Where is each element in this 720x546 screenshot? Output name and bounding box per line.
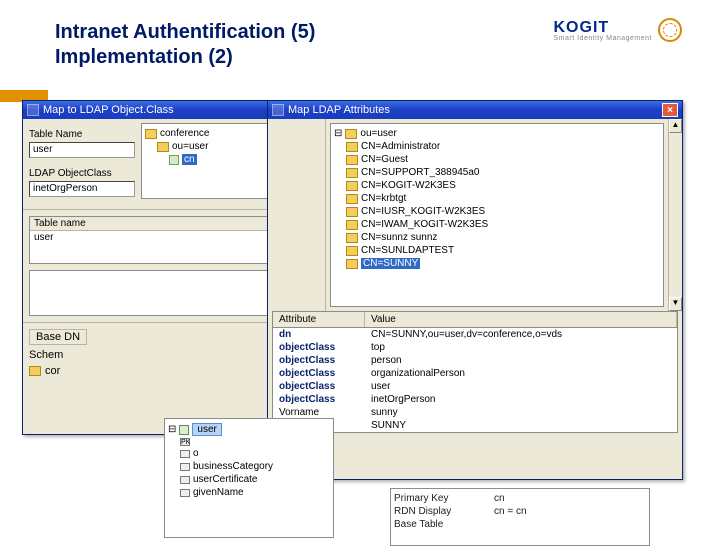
tree-item[interactable]: CN=IUSR_KOGIT-W2K3ES: [361, 206, 485, 217]
folder-icon: [345, 129, 357, 139]
schema-field[interactable]: businessCategory: [193, 461, 273, 472]
attr-row: objectClassperson: [273, 354, 677, 367]
schema-field[interactable]: userCertificate: [193, 474, 257, 485]
folder-icon: [346, 233, 358, 243]
attr-row: objectClassuser: [273, 380, 677, 393]
table-row[interactable]: user: [30, 231, 269, 244]
tree-child1[interactable]: ou=user: [172, 141, 208, 152]
tree-item[interactable]: CN=krbtgt: [361, 193, 406, 204]
window-title: Map to LDAP Object.Class: [43, 104, 174, 116]
tree-item[interactable]: CN=KOGIT-W2K3ES: [361, 180, 456, 191]
scrollbar[interactable]: ▲ ▼: [668, 119, 682, 311]
scroll-down-icon[interactable]: ▼: [669, 297, 682, 311]
folder-icon: [346, 142, 358, 152]
logo-mark-icon: [658, 18, 682, 42]
tree-root[interactable]: ou=user: [360, 128, 396, 139]
window-map-objectclass: Map to LDAP Object.Class Table Name user…: [22, 100, 277, 435]
titlebar-right[interactable]: Map LDAP Attributes ×: [268, 101, 682, 119]
leaf-icon: [169, 155, 179, 165]
folder-icon: [346, 155, 358, 165]
window-icon: [272, 104, 284, 116]
attr-row: objectClassinetOrgPerson: [273, 393, 677, 406]
scroll-up-icon[interactable]: ▲: [669, 119, 682, 133]
pk-badge: PK: [180, 438, 190, 446]
tree-item[interactable]: CN=Administrator: [361, 141, 440, 152]
tree-item[interactable]: CN=SUNLDAPTEST: [361, 245, 454, 256]
field-icon: [180, 450, 190, 458]
title-line2: Implementation (2): [55, 46, 233, 68]
empty-panel: [29, 270, 270, 316]
field-icon: [180, 476, 190, 484]
attribute-header: Attribute Value: [272, 311, 678, 327]
prop-row: RDN Displaycn = cn: [394, 505, 646, 518]
prop-row: Primary Keycn: [394, 492, 646, 505]
folder-icon: [346, 181, 358, 191]
close-button[interactable]: ×: [662, 103, 678, 117]
folder-icon: [346, 246, 358, 256]
objectclass-tree[interactable]: conference ou=user cn: [141, 123, 272, 199]
tree-cn-selected[interactable]: cn: [182, 154, 197, 165]
scheme-label: Schem: [29, 349, 63, 361]
attr-row: dnCN=SUNNY,ou=user,dv=conference,o=vds: [273, 328, 677, 341]
folder-icon: [157, 142, 169, 152]
tree-item[interactable]: CN=SUPPORT_388945a0: [361, 167, 480, 178]
label-table-name: Table Name: [29, 129, 135, 140]
properties-panel: Primary Keycn RDN Displaycn = cn Base Ta…: [390, 488, 650, 546]
attr-row: objectClasstop: [273, 341, 677, 354]
tree-root[interactable]: conference: [160, 128, 209, 139]
folder-icon: [29, 366, 41, 376]
folder-icon: [346, 207, 358, 217]
schema-root[interactable]: user: [192, 423, 221, 436]
titlebar-left[interactable]: Map to LDAP Object.Class: [23, 101, 276, 119]
nav-column: [268, 119, 326, 311]
logo: KOGIT Smart Identity Management: [554, 18, 683, 42]
folder-icon: [346, 259, 358, 269]
basedn-button[interactable]: Base DN: [29, 329, 87, 345]
folder-icon: [346, 168, 358, 178]
folder-icon: [346, 220, 358, 230]
ldap-class-input[interactable]: inetOrgPerson: [29, 181, 135, 197]
header-attribute: Attribute: [273, 312, 365, 327]
window-icon: [27, 104, 39, 116]
schema-field[interactable]: o: [193, 448, 199, 459]
attr-row: objectClassorganizationalPerson: [273, 367, 677, 380]
prop-row: Base Table: [394, 518, 646, 531]
schema-tree[interactable]: ⊟user PK o businessCategory userCertific…: [164, 418, 334, 538]
folder-icon: [145, 129, 157, 139]
title-line1: Intranet Authentification (5): [55, 21, 315, 43]
cor-label[interactable]: cor: [45, 365, 60, 377]
tree-item[interactable]: CN=Guest: [361, 154, 408, 165]
tree-item[interactable]: CN=IWAM_KOGIT-W2K3ES: [361, 219, 488, 230]
schema-field[interactable]: givenName: [193, 487, 244, 498]
logo-subtext: Smart Identity Management: [554, 35, 653, 42]
table-list[interactable]: Table name user: [29, 216, 270, 264]
tree-item-selected[interactable]: CN=SUNNY: [361, 258, 420, 269]
label-ldap-class: LDAP ObjectClass: [29, 168, 135, 179]
field-icon: [180, 489, 190, 497]
ldap-tree[interactable]: ⊟ou=user CN=Administrator CN=Guest CN=SU…: [330, 123, 664, 307]
folder-icon: [346, 194, 358, 204]
window-title: Map LDAP Attributes: [288, 104, 390, 116]
table-name-input[interactable]: user: [29, 142, 135, 158]
header-value: Value: [365, 312, 677, 327]
table-header: Table name: [30, 217, 269, 231]
tree-item[interactable]: CN=sunnz sunnz: [361, 232, 437, 243]
table-icon: [179, 425, 189, 435]
field-icon: [180, 463, 190, 471]
